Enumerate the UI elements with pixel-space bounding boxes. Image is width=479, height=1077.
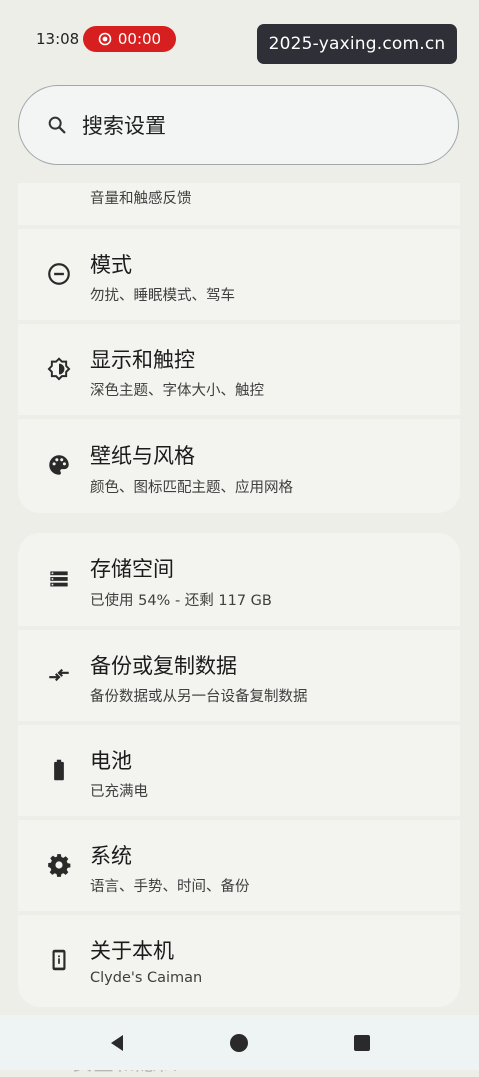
settings-item-title: 模式 [90, 253, 132, 277]
settings-item-subtitle: 勿扰、睡眠模式、驾车 [90, 288, 235, 304]
gear-icon [46, 852, 72, 878]
battery-icon [46, 757, 72, 783]
settings-item-subtitle: 已充满电 [90, 784, 148, 800]
settings-item-backup[interactable]: 备份或复制数据 备份数据或从另一台设备复制数据 [18, 630, 460, 721]
settings-item-subtitle: 已使用 54% - 还剩 117 GB [90, 593, 272, 609]
navigation-bar [0, 1015, 479, 1070]
settings-item-title: 系统 [90, 844, 132, 868]
settings-item-title: 壁纸与风格 [90, 444, 195, 468]
settings-item-subtitle: Clyde's Caiman [90, 970, 203, 986]
settings-item-about[interactable]: 关于本机 Clyde's Caiman [18, 915, 460, 1007]
settings-list[interactable]: 音量和触感反馈 模式 勿扰、睡眠模式、驾车 显示和触控 深色主题、字体大小、触控… [0, 183, 479, 1015]
settings-item-system[interactable]: 系统 语言、手势、时间、备份 [18, 820, 460, 911]
search-placeholder: 搜索设置 [82, 114, 166, 138]
settings-item-subtitle: 音量和触感反馈 [90, 191, 192, 207]
settings-item-sound[interactable]: 音量和触感反馈 [18, 183, 460, 225]
settings-item-wallpaper[interactable]: 壁纸与风格 颜色、图标匹配主题、应用网格 [18, 419, 460, 513]
status-bar: 13:08 00:00 2025-yaxing.com.cn [0, 0, 479, 76]
settings-item-subtitle: 语言、手势、时间、备份 [90, 879, 250, 895]
display-icon [46, 356, 72, 382]
storage-icon [46, 566, 72, 592]
settings-item-subtitle: 备份数据或从另一台设备复制数据 [90, 689, 308, 705]
settings-item-display[interactable]: 显示和触控 深色主题、字体大小、触控 [18, 324, 460, 415]
settings-item-subtitle: 颜色、图标匹配主题、应用网格 [90, 480, 293, 496]
backup-transfer-icon [46, 662, 72, 688]
clock: 13:08 [36, 30, 80, 48]
settings-item-battery[interactable]: 电池 已充满电 [18, 725, 460, 816]
watermark-badge: 2025-yaxing.com.cn [257, 24, 457, 64]
settings-item-modes[interactable]: 模式 勿扰、睡眠模式、驾车 [18, 229, 460, 320]
record-icon [98, 32, 112, 46]
recording-timer: 00:00 [117, 30, 162, 48]
search-icon [48, 116, 66, 134]
home-icon[interactable] [229, 1033, 249, 1053]
mode-icon [46, 261, 72, 287]
settings-item-title: 显示和触控 [90, 348, 195, 372]
back-icon[interactable] [107, 1033, 127, 1053]
palette-icon [46, 452, 72, 478]
settings-item-title: 备份或复制数据 [90, 654, 237, 678]
screen-record-chip[interactable]: 00:00 [83, 26, 176, 52]
settings-item-title: 存储空间 [90, 557, 174, 581]
recents-icon[interactable] [352, 1033, 372, 1053]
settings-item-title: 关于本机 [90, 939, 174, 963]
search-bar[interactable]: 搜索设置 [18, 85, 459, 165]
phone-info-icon [46, 947, 72, 973]
settings-item-storage[interactable]: 存储空间 已使用 54% - 还剩 117 GB [18, 533, 460, 626]
settings-item-subtitle: 深色主题、字体大小、触控 [90, 383, 264, 399]
settings-item-title: 电池 [90, 749, 132, 773]
